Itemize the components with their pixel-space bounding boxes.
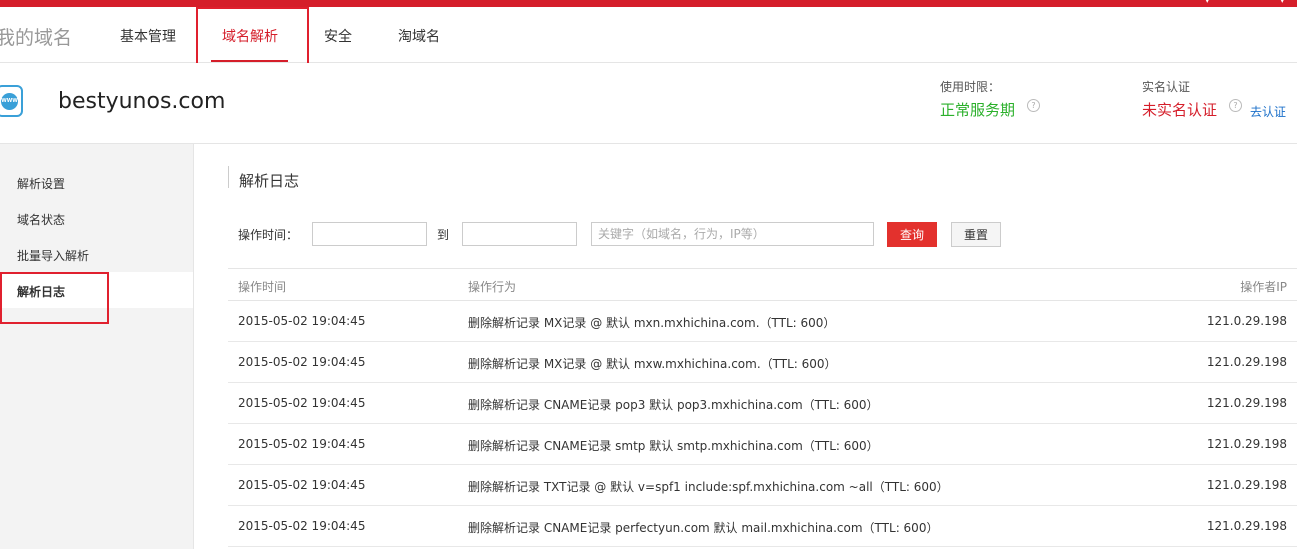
table-row: 2015-05-02 19:04:45 删除解析记录 CNAME记录 perfe… [228, 506, 1297, 547]
cell-time: 2015-05-02 19:04:45 [238, 396, 366, 410]
cell-time: 2015-05-02 19:04:45 [238, 314, 366, 328]
cell-action: 删除解析记录 TXT记录 @ 默认 v=spf1 include:spf.mxh… [468, 480, 949, 494]
section-title: 解析日志 [239, 172, 300, 190]
cell-ip: 121.0.29.198 [1206, 437, 1287, 451]
tab-basic-management[interactable]: 基本管理 [120, 26, 176, 46]
dropdown-caret-icon[interactable]: ▾ [1280, 0, 1288, 6]
cell-ip: 121.0.29.198 [1206, 478, 1287, 492]
time-filter-label: 操作时间： [238, 228, 299, 242]
log-table: 操作时间 操作行为 操作者IP 2015-05-02 19:04:45 删除解析… [228, 268, 1297, 547]
cell-action: 删除解析记录 CNAME记录 perfectyun.com 默认 mail.mx… [468, 521, 939, 535]
cell-action: 删除解析记录 CNAME记录 smtp 默认 smtp.mxhichina.co… [468, 439, 879, 453]
domain-name: bestyunos.com [58, 89, 226, 114]
usage-period-status: 正常服务期 [940, 101, 1016, 119]
domain-info-bar: WWW bestyunos.com 使用时限： 正常服务期 ? 实名认证 未实名… [0, 63, 1297, 144]
table-row: 2015-05-02 19:04:45 删除解析记录 CNAME记录 pop3 … [228, 383, 1297, 424]
highlight-box-sidebar [0, 272, 109, 324]
dropdown-caret-icon[interactable]: ▾ [1205, 0, 1213, 6]
sidebar-item-label: 解析设置 [17, 177, 66, 191]
highlight-box-nav [196, 7, 309, 68]
sidebar-item-label: 批量导入解析 [17, 249, 90, 263]
table-row: 2015-05-02 19:04:45 删除解析记录 TXT记录 @ 默认 v=… [228, 465, 1297, 506]
column-header-action: 操作行为 [468, 280, 517, 294]
table-header: 操作时间 操作行为 操作者IP [228, 268, 1297, 301]
tab-domain-market[interactable]: 淘域名 [398, 26, 440, 46]
real-name-verify-status: 未实名认证 [1142, 101, 1218, 119]
sidebar-item-domain-status[interactable]: 域名状态 [0, 200, 193, 236]
cell-ip: 121.0.29.198 [1206, 314, 1287, 328]
sidebar: 解析设置 域名状态 批量导入解析 解析日志 [0, 144, 194, 549]
column-header-ip: 操作者IP [1240, 280, 1287, 294]
table-row: 2015-05-02 19:04:45 删除解析记录 CNAME记录 smtp … [228, 424, 1297, 465]
page-title: 我的域名 [0, 27, 73, 49]
start-time-input[interactable] [312, 222, 427, 246]
cell-time: 2015-05-02 19:04:45 [238, 519, 366, 533]
table-row: 2015-05-02 19:04:45 删除解析记录 MX记录 @ 默认 mxn… [228, 301, 1297, 342]
sidebar-item-batch-import[interactable]: 批量导入解析 [0, 236, 193, 272]
usage-period-label: 使用时限： [940, 80, 1001, 94]
www-globe-icon: WWW [0, 85, 23, 117]
cell-ip: 121.0.29.198 [1206, 355, 1287, 369]
main-content: 解析日志 操作时间： 到 查询 重置 操作时间 操作行为 操作者IP 2015-… [194, 144, 1297, 549]
cell-action: 删除解析记录 CNAME记录 pop3 默认 pop3.mxhichina.co… [468, 398, 879, 412]
real-name-verify-label: 实名认证 [1142, 80, 1191, 94]
cell-time: 2015-05-02 19:04:45 [238, 355, 366, 369]
help-icon[interactable]: ? [1027, 99, 1040, 112]
sidebar-item-label: 域名状态 [17, 213, 66, 227]
top-nav: 我的域名 基本管理 域名解析 安全 淘域名 [0, 7, 1297, 63]
tab-security[interactable]: 安全 [324, 26, 352, 46]
help-icon[interactable]: ? [1229, 99, 1242, 112]
cell-time: 2015-05-02 19:04:45 [238, 437, 366, 451]
end-time-input[interactable] [462, 222, 577, 246]
query-button[interactable]: 查询 [887, 222, 937, 247]
sidebar-item-dns-settings[interactable]: 解析设置 [0, 164, 193, 200]
to-label: 到 [437, 228, 450, 242]
top-brand-bar: ▾ ▾ [0, 0, 1297, 7]
table-row: 2015-05-02 19:04:45 删除解析记录 MX记录 @ 默认 mxw… [228, 342, 1297, 383]
keyword-search-input[interactable] [591, 222, 874, 246]
section-divider [228, 166, 229, 188]
cell-time: 2015-05-02 19:04:45 [238, 478, 366, 492]
cell-ip: 121.0.29.198 [1206, 519, 1287, 533]
cell-ip: 121.0.29.198 [1206, 396, 1287, 410]
reset-button[interactable]: 重置 [951, 222, 1001, 247]
cell-action: 删除解析记录 MX记录 @ 默认 mxw.mxhichina.com.（TTL:… [468, 357, 837, 371]
go-verify-link[interactable]: 去认证 [1250, 103, 1286, 120]
cell-action: 删除解析记录 MX记录 @ 默认 mxn.mxhichina.com.（TTL:… [468, 316, 836, 330]
column-header-time: 操作时间 [238, 280, 287, 294]
